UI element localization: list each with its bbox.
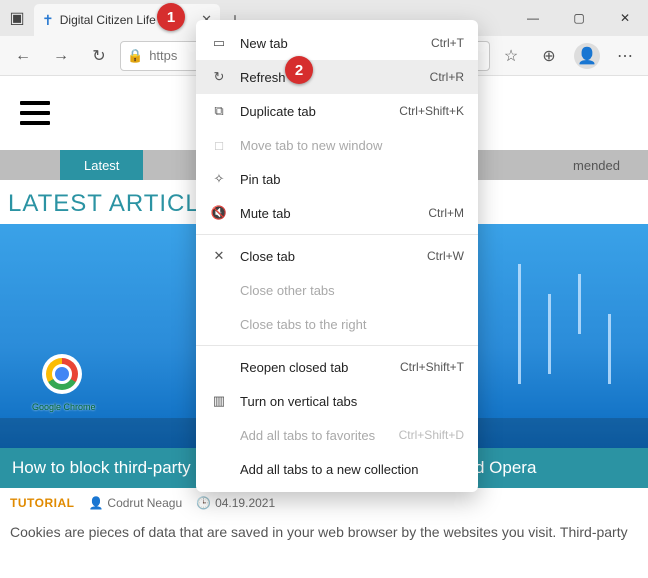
favorites-button[interactable]: ☆ xyxy=(494,40,528,72)
window-controls: ― ▢ ✕ xyxy=(510,0,648,36)
menu-shortcut: Ctrl+Shift+D xyxy=(399,428,464,442)
article-author[interactable]: 👤Codrut Neagu xyxy=(88,496,182,510)
menu-label: New tab xyxy=(240,36,419,51)
person-icon: 👤 xyxy=(88,496,103,510)
menu-icon: ⧉ xyxy=(210,103,228,119)
article-tag[interactable]: TUTORIAL xyxy=(10,496,74,510)
annotation-2: 2 xyxy=(285,56,313,84)
menu-icon: ✧ xyxy=(210,171,228,187)
forward-button[interactable]: → xyxy=(44,40,78,72)
menu-item-new-tab[interactable]: ▭ New tab Ctrl+T xyxy=(196,26,478,60)
browser-tab[interactable]: ✝ Digital Citizen Life ✕ xyxy=(34,4,220,36)
menu-label: Move tab to new window xyxy=(240,138,452,153)
back-button[interactable]: ← xyxy=(6,40,40,72)
favicon-icon: ✝ xyxy=(42,12,54,29)
menu-label: Add all tabs to a new collection xyxy=(240,462,452,477)
hamburger-icon[interactable] xyxy=(20,101,50,125)
menu-icon: ↻ xyxy=(210,69,228,85)
menu-item-close-tabs-to-the-right: Close tabs to the right xyxy=(196,307,478,341)
tab-actions-icon[interactable]: ▣ xyxy=(0,0,34,36)
menu-shortcut: Ctrl+W xyxy=(427,249,464,263)
menu-shortcut: Ctrl+R xyxy=(430,70,464,84)
menu-item-close-tab[interactable]: ✕ Close tab Ctrl+W xyxy=(196,239,478,273)
menu-shortcut: Ctrl+T xyxy=(431,36,464,50)
menu-icon: ▭ xyxy=(210,35,228,51)
menu-icon: ▥ xyxy=(210,393,228,409)
lock-icon: 🔒 xyxy=(127,48,143,64)
menu-separator xyxy=(196,234,478,235)
menu-item-add-all-tabs-to-a-new-collection[interactable]: Add all tabs to a new collection xyxy=(196,452,478,486)
menu-label: Close tabs to the right xyxy=(240,317,452,332)
menu-item-turn-on-vertical-tabs[interactable]: ▥ Turn on vertical tabs xyxy=(196,384,478,418)
maximize-button[interactable]: ▢ xyxy=(556,0,602,36)
menu-label: Pin tab xyxy=(240,172,452,187)
article-meta: TUTORIAL 👤Codrut Neagu 🕒04.19.2021 xyxy=(0,488,648,518)
nav-partial[interactable]: mended xyxy=(573,158,620,173)
tab-title: Digital Citizen Life xyxy=(60,13,156,27)
menu-shortcut: Ctrl+Shift+K xyxy=(399,104,464,118)
article-date: 🕒04.19.2021 xyxy=(196,496,275,510)
menu-item-mute-tab[interactable]: 🔇 Mute tab Ctrl+M xyxy=(196,196,478,230)
menu-label: Add all tabs to favorites xyxy=(240,428,387,443)
menu-label: Refresh xyxy=(240,70,418,85)
menu-item-add-all-tabs-to-favorites: Add all tabs to favorites Ctrl+Shift+D xyxy=(196,418,478,452)
close-window-button[interactable]: ✕ xyxy=(602,0,648,36)
menu-label: Close tab xyxy=(240,249,415,264)
menu-item-close-other-tabs: Close other tabs xyxy=(196,273,478,307)
minimize-button[interactable]: ― xyxy=(510,0,556,36)
menu-separator xyxy=(196,345,478,346)
annotation-1: 1 xyxy=(157,3,185,31)
clock-icon: 🕒 xyxy=(196,496,211,510)
menu-shortcut: Ctrl+Shift+T xyxy=(400,360,464,374)
menu-icon: 🔇 xyxy=(210,205,228,221)
menu-item-pin-tab[interactable]: ✧ Pin tab xyxy=(196,162,478,196)
menu-icon: □ xyxy=(210,138,228,153)
collections-button[interactable]: ⊕ xyxy=(532,40,566,72)
menu-icon: ✕ xyxy=(210,248,228,264)
profile-button[interactable]: 👤 xyxy=(570,40,604,72)
menu-item-move-tab-to-new-window: □ Move tab to new window xyxy=(196,128,478,162)
menu-button[interactable]: ⋯ xyxy=(608,40,642,72)
chrome-icon xyxy=(42,354,82,394)
refresh-button[interactable]: ↻ xyxy=(82,40,116,72)
menu-shortcut: Ctrl+M xyxy=(428,206,464,220)
url-scheme: https xyxy=(149,48,177,63)
menu-item-refresh[interactable]: ↻ Refresh Ctrl+R xyxy=(196,60,478,94)
menu-item-reopen-closed-tab[interactable]: Reopen closed tab Ctrl+Shift+T xyxy=(196,350,478,384)
tab-context-menu: ▭ New tab Ctrl+T ↻ Refresh Ctrl+R ⧉ Duplicate t… xyxy=(196,20,478,492)
menu-label: Turn on vertical tabs xyxy=(240,394,452,409)
menu-label: Mute tab xyxy=(240,206,416,221)
article-body: Cookies are pieces of data that are save… xyxy=(0,518,648,553)
menu-item-duplicate-tab[interactable]: ⧉ Duplicate tab Ctrl+Shift+K xyxy=(196,94,478,128)
chrome-label: Google Chrome xyxy=(32,402,96,412)
menu-label: Close other tabs xyxy=(240,283,452,298)
nav-latest[interactable]: Latest xyxy=(60,150,143,180)
menu-label: Reopen closed tab xyxy=(240,360,388,375)
menu-label: Duplicate tab xyxy=(240,104,387,119)
